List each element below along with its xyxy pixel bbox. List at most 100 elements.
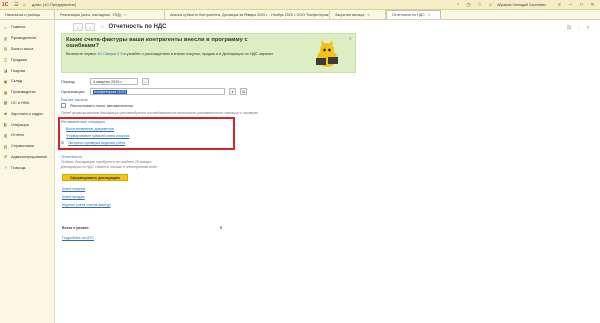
link-invoice-journal[interactable]: Журнал учета счетов-фактур: [62, 203, 111, 207]
sidebar-item-payroll[interactable]: ☻ Зарплата и кадры: [0, 108, 54, 119]
period-select-button[interactable]: …: [142, 78, 149, 85]
settings-icon[interactable]: ≡: [556, 1, 563, 8]
menu-icon[interactable]: ☰: [13, 1, 20, 8]
building-icon: ▩: [3, 100, 8, 106]
sidebar-item-label: Операции: [11, 122, 29, 127]
sidebar-item-bank[interactable]: ▤ Банк и касса: [0, 44, 54, 55]
organization-dropdown-button[interactable]: ▾: [229, 88, 236, 95]
close-tab-icon[interactable]: ✕: [367, 13, 370, 17]
tab-analysis[interactable]: Анализ субконто Контрагенты, Договоры за…: [165, 10, 330, 19]
sidebar-item-manager[interactable]: ▥ Руководителю: [0, 33, 54, 44]
forward-button[interactable]: →: [85, 23, 95, 31]
tab-label: Анализ субконто Контрагенты, Договоры за…: [170, 12, 330, 17]
expand-icon[interactable]: ⊞: [61, 141, 64, 145]
page-title: Отчетность по НДС: [108, 24, 167, 30]
total-row: Всего к уплате: 0: [62, 226, 222, 230]
sidebar-item-admin[interactable]: ⚙ Администрирование: [0, 152, 54, 163]
mascot-cat-icon: [316, 40, 338, 67]
close-tab-icon[interactable]: ✕: [428, 13, 431, 17]
total-label: Всего к уплате:: [62, 226, 90, 230]
help-icon: ?: [4, 165, 7, 171]
link-icon[interactable]: ⛓: [566, 25, 572, 31]
promo-banner: Какие счета-фактуры ваши контрагенты вне…: [61, 33, 356, 73]
sidebar-item-sales[interactable]: ◫ Продажи: [0, 54, 54, 65]
link-purchase-book-entries[interactable]: Формирование записей книги покупок: [66, 134, 129, 138]
bell-icon[interactable]: ◔: [454, 1, 461, 8]
organization-label: Организация:: [61, 89, 85, 94]
tab-sales[interactable]: Реализация (акты, накладные, УПД) ✕: [55, 10, 165, 19]
close-form-icon[interactable]: ✕: [586, 25, 590, 31]
maximize-icon[interactable]: □: [578, 1, 585, 8]
sidebar-item-label: Продажи: [11, 57, 27, 62]
user-name[interactable]: Абрамов Геннадий Сергеевич: [497, 3, 546, 7]
banner-text-start: Включите сервис: [66, 52, 98, 56]
link-its-details[interactable]: Подробнее на ИТС: [62, 236, 94, 240]
link-restore-documents[interactable]: Восстановление документов: [66, 127, 114, 131]
section-reporting: Отчетность: [61, 154, 83, 159]
tab-vat-reporting[interactable]: Отчетность по НДС ✕: [386, 10, 441, 19]
section-regulatory-ops: Регламентные операции: [61, 120, 105, 124]
sidebar-item-label: Склад: [11, 79, 22, 84]
link-sales-book[interactable]: Книга продаж: [62, 195, 85, 199]
sidebar-item-label: Отчеты: [11, 133, 25, 138]
sidebar-item-label: Производство: [11, 90, 36, 95]
banner-link[interactable]: 1С:Сверка 2.0: [97, 52, 122, 56]
people-icon: ☻: [3, 111, 8, 117]
tab-label: Реализация (акты, накладные, УПД): [60, 12, 121, 17]
sidebar-item-directories[interactable]: ▧ Справочники: [0, 141, 54, 152]
report-deadline-text: Подать декларацию требуется не позднее 2…: [61, 160, 152, 164]
home-icon[interactable]: ⌂: [21, 1, 28, 8]
search-icon[interactable]: ⌕: [487, 1, 494, 8]
sidebar-item-reports[interactable]: ▨ Отчеты: [0, 130, 54, 141]
sidebar-item-purchases[interactable]: ◪ Покупки: [0, 65, 54, 76]
back-button[interactable]: ←: [73, 23, 83, 31]
sidebar-item-warehouse[interactable]: ▣ Склад: [0, 76, 54, 87]
favorite-star-icon[interactable]: ☆: [100, 24, 104, 30]
organization-field[interactable]: Конфетпром ООО: [90, 88, 225, 95]
organization-value: Конфетпром ООО: [93, 89, 128, 94]
minimize-icon[interactable]: –: [567, 1, 574, 8]
report-electronic-text: Декларация по НДС сдается только в элект…: [61, 165, 158, 169]
banner-text: Включите сервис 1С:Сверка 2.0 и узнайте …: [66, 52, 286, 57]
sidebar: ⌂ Главное ▥ Руководителю ▤ Банк и касса ◫ Пр…: [0, 20, 55, 323]
auto-calc-checkbox[interactable]: [61, 103, 66, 108]
total-value: 0: [220, 226, 222, 230]
tab-label: Отчетность по НДС: [392, 13, 425, 17]
tab-month-close[interactable]: Закрытие месяца ✕: [330, 10, 386, 19]
sidebar-item-main[interactable]: ⌂ Главное: [0, 22, 54, 33]
banner-close-icon[interactable]: ✕: [349, 36, 352, 41]
chart-icon: ▥: [3, 35, 8, 41]
sidebar-item-operations[interactable]: ◧ Операции: [0, 119, 54, 130]
sidebar-item-help[interactable]: ? Помощь: [0, 162, 54, 173]
factory-icon: ▦: [3, 89, 8, 95]
home-icon: ⌂: [4, 24, 7, 30]
sidebar-item-label: Помощь: [11, 165, 26, 170]
history-icon[interactable]: ◷: [465, 1, 472, 8]
link-purchase-book[interactable]: Книга покупок: [62, 187, 85, 191]
app-title: демо (1С:Предприятие): [32, 2, 77, 7]
organization-open-button[interactable]: ⧉: [240, 88, 247, 95]
sidebar-item-label: ОС и НМА: [11, 100, 30, 105]
sidebar-item-fixed-assets[interactable]: ▩ ОС и НМА: [0, 98, 54, 109]
main-content: ← → ☆ Отчетность по НДС ⛓ ⋮ ✕ Какие счет…: [56, 20, 600, 323]
sidebar-item-production[interactable]: ▦ Производство: [0, 87, 54, 98]
title-bar: 1С ☰ ⌂ демо (1С:Предприятие) ◔ ◷ ☆ ⌕ Абр…: [0, 0, 600, 10]
link-express-check[interactable]: Экспресс-проверка ведения учета: [68, 141, 125, 145]
operations-icon: ◧: [3, 122, 8, 128]
auto-calc-label: Рассчитывать налог автоматически: [70, 103, 133, 108]
tab-label: Начальная страница: [5, 12, 40, 17]
tab-home[interactable]: Начальная страница: [0, 10, 55, 19]
star-icon[interactable]: ☆: [476, 1, 483, 8]
tab-label: Закрытие месяца: [335, 12, 365, 17]
gear-icon: ⚙: [3, 154, 8, 160]
section-tax-calc: Расчет налога: [61, 97, 88, 102]
generate-declaration-button[interactable]: Сформировать декларацию: [62, 174, 128, 181]
more-icon[interactable]: ⋮: [577, 25, 582, 31]
banner-title: Какие счета-фактуры ваши контрагенты вне…: [66, 37, 248, 50]
sidebar-item-label: Администрирование: [11, 154, 48, 159]
basket-icon: ◪: [3, 68, 8, 74]
period-field[interactable]: 4 квартал 2025 г.: [90, 78, 138, 85]
close-icon[interactable]: ✕: [589, 1, 596, 8]
banner-text-end: и узнайте о расхождениях в книгах покупо…: [122, 52, 274, 56]
close-tab-icon[interactable]: ✕: [124, 13, 127, 17]
